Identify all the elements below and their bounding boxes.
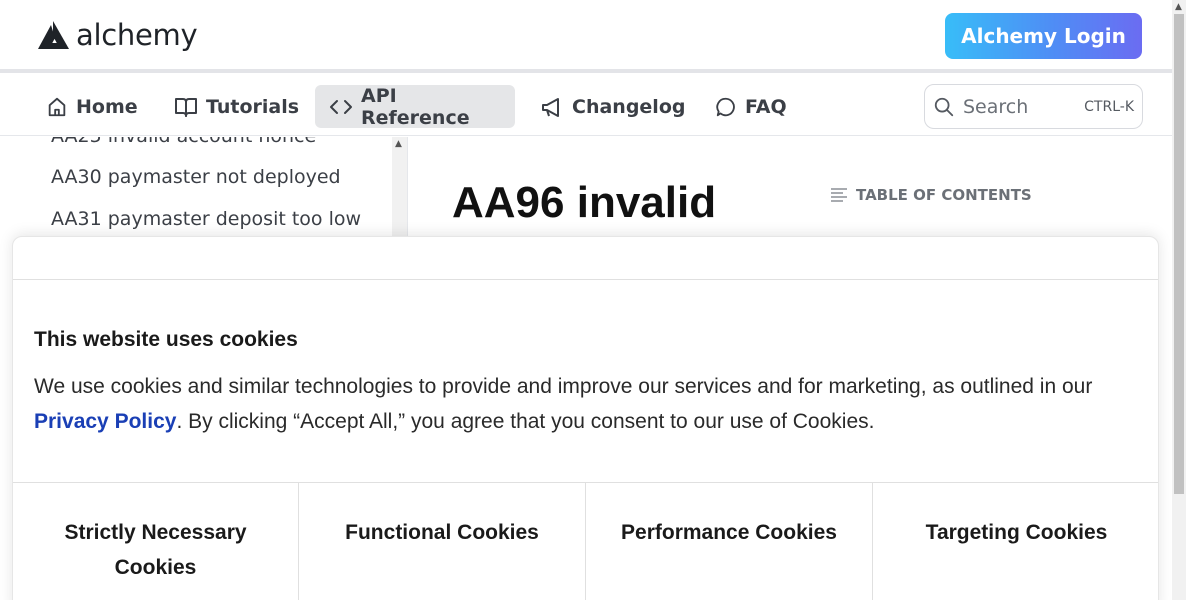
cookie-category-label: Strictly Necessary Cookies xyxy=(64,521,247,579)
privacy-policy-link[interactable]: Privacy Policy xyxy=(34,410,176,433)
book-icon xyxy=(174,96,198,118)
alchemy-logo[interactable]: alchemy xyxy=(36,18,198,52)
nav-tutorials[interactable]: Tutorials xyxy=(160,85,313,128)
nav-home[interactable]: Home xyxy=(32,85,152,128)
cookie-category-strictly-necessary[interactable]: Strictly Necessary Cookies xyxy=(13,483,299,600)
scroll-up-arrow-icon[interactable]: ▲ xyxy=(395,139,402,149)
nav-faq-label: FAQ xyxy=(745,95,787,118)
chat-bubble-icon xyxy=(715,96,737,118)
cookie-category-functional[interactable]: Functional Cookies xyxy=(299,483,586,600)
table-of-contents-header: TABLE OF CONTENTS xyxy=(830,186,1032,204)
toc-label: TABLE OF CONTENTS xyxy=(856,186,1032,204)
cookie-category-label: Targeting Cookies xyxy=(925,521,1108,544)
nav-home-label: Home xyxy=(76,95,138,118)
nav-changelog-label: Changelog xyxy=(572,95,686,118)
divider xyxy=(13,279,1158,280)
sidebar-item-aa30[interactable]: AA30 paymaster not deployed xyxy=(51,166,341,188)
home-icon xyxy=(46,96,68,118)
list-icon xyxy=(830,187,848,203)
nav-changelog[interactable]: Changelog xyxy=(526,85,699,128)
page-scroll-up-arrow-icon[interactable]: ▲ xyxy=(1175,2,1182,12)
search-icon xyxy=(933,96,955,118)
page-scrollbar[interactable]: ▲ xyxy=(1172,0,1186,600)
page-scrollbar-thumb[interactable] xyxy=(1174,14,1184,494)
nav-tutorials-label: Tutorials xyxy=(206,95,300,118)
sidebar-item-aa25[interactable]: AA25 invalid account nonce xyxy=(51,137,316,147)
code-icon xyxy=(329,97,353,117)
megaphone-icon xyxy=(540,96,564,118)
cookie-banner: This website uses cookies We use cookies… xyxy=(12,236,1159,600)
logo-text: alchemy xyxy=(76,18,198,52)
nav-api-reference[interactable]: API Reference xyxy=(315,84,515,129)
search-placeholder: Search xyxy=(963,95,1029,118)
cookie-category-label: Performance Cookies xyxy=(621,521,837,544)
cookie-category-targeting[interactable]: Targeting Cookies xyxy=(873,483,1160,600)
site-header: alchemy Alchemy Login xyxy=(0,0,1172,73)
cookie-category-label: Functional Cookies xyxy=(345,521,539,544)
alchemy-logo-icon xyxy=(38,21,69,49)
cookie-category-performance[interactable]: Performance Cookies xyxy=(586,483,873,600)
nav-faq[interactable]: FAQ xyxy=(701,85,801,128)
sidebar-item-aa31[interactable]: AA31 paymaster deposit too low xyxy=(51,208,361,230)
nav-api-reference-label: API Reference xyxy=(361,84,470,129)
cookie-desc-start: We use cookies and similar technologies … xyxy=(34,375,1093,398)
page-title: AA96 invalid xyxy=(452,178,717,227)
alchemy-login-button[interactable]: Alchemy Login xyxy=(945,13,1142,59)
sidebar: AA25 invalid account nonce AA30 paymaste… xyxy=(0,137,408,237)
search-shortcut: CTRL-K xyxy=(1084,98,1134,115)
cookie-desc-end: . By clicking “Accept All,” you agree th… xyxy=(176,410,875,433)
sidebar-scrollbar[interactable]: ▲ xyxy=(392,137,407,237)
cookie-heading: This website uses cookies xyxy=(34,328,298,351)
cookie-description: We use cookies and similar technologies … xyxy=(34,369,1139,439)
top-nav: Home Tutorials API Reference Changelog F… xyxy=(0,77,1172,136)
search-input[interactable]: Search CTRL-K xyxy=(924,84,1143,129)
